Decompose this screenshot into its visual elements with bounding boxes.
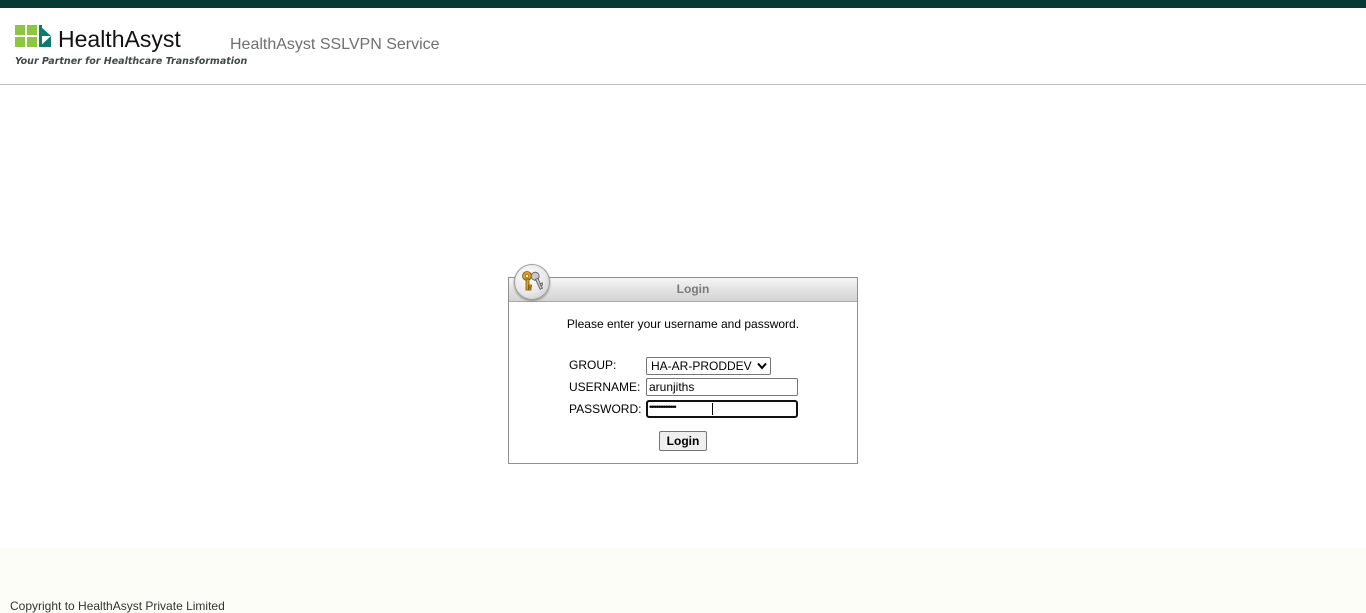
username-value: arunjiths [649,380,695,394]
top-bar [0,0,1366,8]
password-label: PASSWORD: [569,402,642,416]
logo: HealthAsyst Your Partner for Healthcare … [15,25,247,75]
login-panel: Login Please enter your username and pas… [508,264,858,464]
keys-icon [514,264,550,300]
password-value: ••••••••••••••• [649,402,677,412]
text-caret [712,403,713,415]
login-instructions: Please enter your username and password. [566,317,800,331]
copyright-text: Copyright to HealthAsyst Private Limited [10,599,225,613]
login-title: Login [676,282,710,296]
logo-mark-icon [15,25,51,47]
group-label: GROUP: [569,358,617,372]
login-button[interactable]: Login [659,431,707,451]
chevron-down-icon [757,362,767,370]
logo-tagline: Your Partner for Healthcare Transformati… [15,56,248,67]
service-title: HealthAsyst SSLVPN Service [230,36,440,53]
username-label: USERNAME: [569,380,641,394]
logo-name: HealthAsyst [58,26,181,52]
username-input[interactable]: arunjiths [646,378,798,396]
login-header: Login [509,278,857,302]
group-select-value: HA-AR-PRODDEV [651,359,752,373]
header: HealthAsyst Your Partner for Healthcare … [0,8,1366,85]
group-select[interactable]: HA-AR-PRODDEV [646,357,771,375]
password-input[interactable]: ••••••••••••••• [646,400,798,418]
